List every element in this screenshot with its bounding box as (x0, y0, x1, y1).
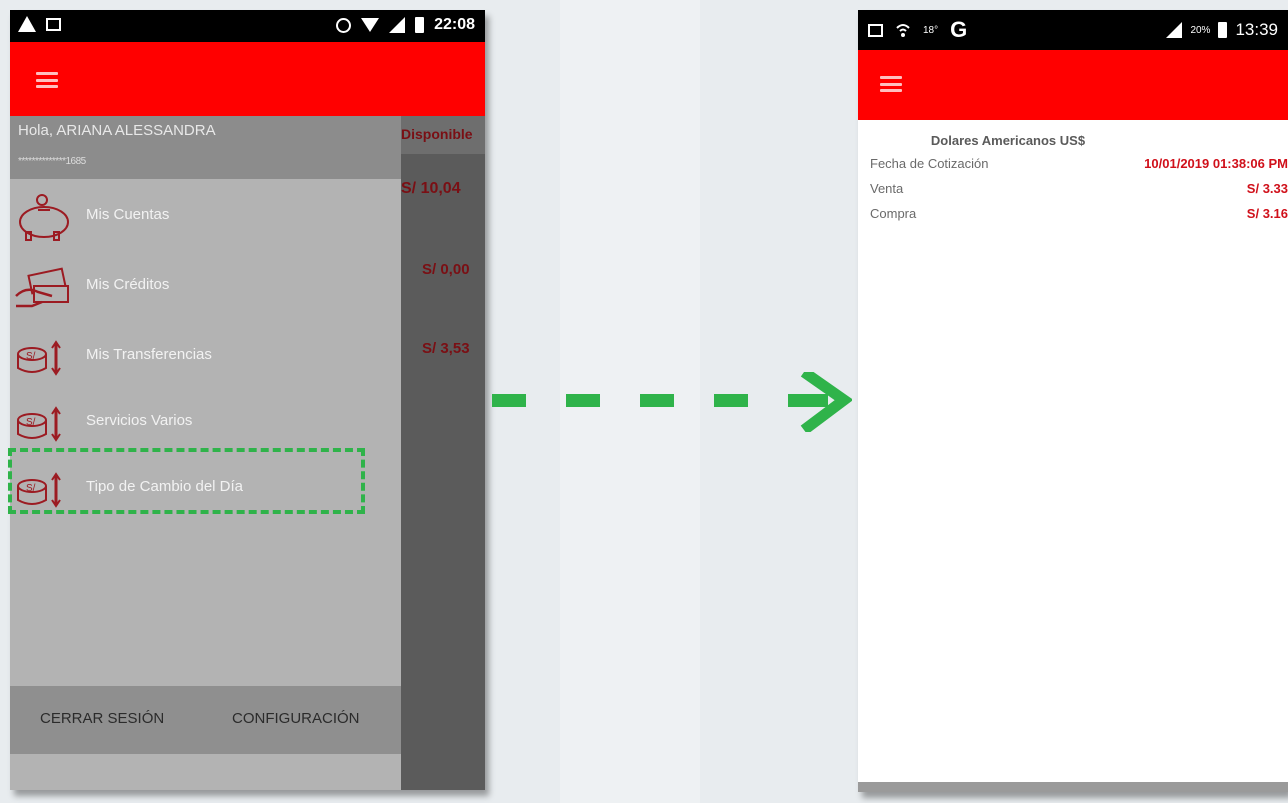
right-phone-screen: 18° G 20% 13:39 Dolares Americanos US$ F… (858, 10, 1288, 792)
battery-icon (1218, 22, 1228, 38)
menu-item-mis-cuentas[interactable]: Mis Cuentas (10, 186, 401, 246)
app-toolbar (10, 42, 485, 116)
logout-button[interactable]: CERRAR SESIÓN (40, 710, 164, 727)
signal-icon (1166, 22, 1183, 38)
menu-item-servicios-varios[interactable]: S/ Servicios Varios (10, 392, 401, 452)
quote-date-label: Fecha de Cotización (870, 156, 989, 171)
menu-item-mis-transferencias[interactable]: S/ Mis Transferencias (10, 326, 401, 386)
drawer-header: Hola, ARIANA ALESSANDRA **************16… (10, 116, 401, 179)
menu-item-mis-creditos[interactable]: Mis Créditos (10, 256, 401, 316)
g-letter-icon: G (950, 17, 968, 42)
balance-value: S/ 10,04 (401, 180, 461, 197)
menu-item-label: Servicios Varios (86, 412, 193, 429)
image-icon (46, 17, 61, 31)
highlight-box (8, 448, 365, 514)
settings-button[interactable]: CONFIGURACIÓN (232, 710, 360, 727)
wifi-icon (361, 18, 380, 32)
menu-item-label: Mis Cuentas (86, 206, 170, 223)
balance-value: S/ 3,53 (422, 340, 470, 357)
coins-transfer-icon: S/ (17, 406, 61, 442)
piggy-bank-icon (19, 194, 69, 241)
accounts-list-background: Disponible S/ 10,04 S/ 0,00 S/ 3,53 (400, 116, 485, 790)
currency-title: Dolares Americanos US$ (930, 133, 1086, 148)
flow-arrow-icon (492, 372, 852, 432)
buy-value: S/ 3.16 (1246, 206, 1288, 221)
balance-value: S/ 0,00 (422, 261, 470, 278)
money-hand-icon (15, 267, 69, 308)
temperature-text: 18° (923, 24, 939, 36)
gallery-icon (868, 23, 883, 37)
status-time: 13:39 (1235, 20, 1278, 39)
available-header: Disponible (401, 126, 473, 142)
coins-transfer-icon: S/ (17, 340, 61, 376)
masked-account-number: **************1685 (18, 156, 86, 167)
alarm-icon (336, 17, 352, 33)
status-bar: 22:08 (10, 10, 485, 42)
buy-label: Compra (870, 206, 917, 221)
sell-label: Venta (870, 181, 904, 196)
signal-icon (389, 17, 406, 33)
warning-icon (18, 16, 36, 32)
svg-text:S/: S/ (26, 417, 36, 428)
status-time: 22:08 (434, 16, 475, 33)
menu-icon[interactable] (36, 72, 58, 88)
wifi-call-icon (896, 24, 910, 37)
user-greeting: Hola, ARIANA ALESSANDRA (18, 122, 216, 139)
battery-icon (415, 17, 425, 33)
app-toolbar (858, 50, 1288, 120)
menu-item-label: Mis Transferencias (86, 346, 212, 363)
status-bar: 18° G 20% 13:39 (858, 10, 1288, 50)
left-phone-screen: 22:08 Disponible S/ 10,04 S/ 0,00 S/ 3,5… (10, 10, 485, 790)
sell-value: S/ 3.33 (1246, 181, 1288, 196)
menu-item-label: Mis Créditos (86, 276, 170, 293)
svg-text:S/: S/ (26, 351, 36, 362)
menu-icon[interactable] (880, 76, 902, 92)
drawer-footer: CERRAR SESIÓN CONFIGURACIÓN (10, 686, 401, 754)
battery-percent: 20% (1190, 24, 1211, 36)
quote-date-value: 10/01/2019 01:38:06 PM (1144, 156, 1288, 171)
